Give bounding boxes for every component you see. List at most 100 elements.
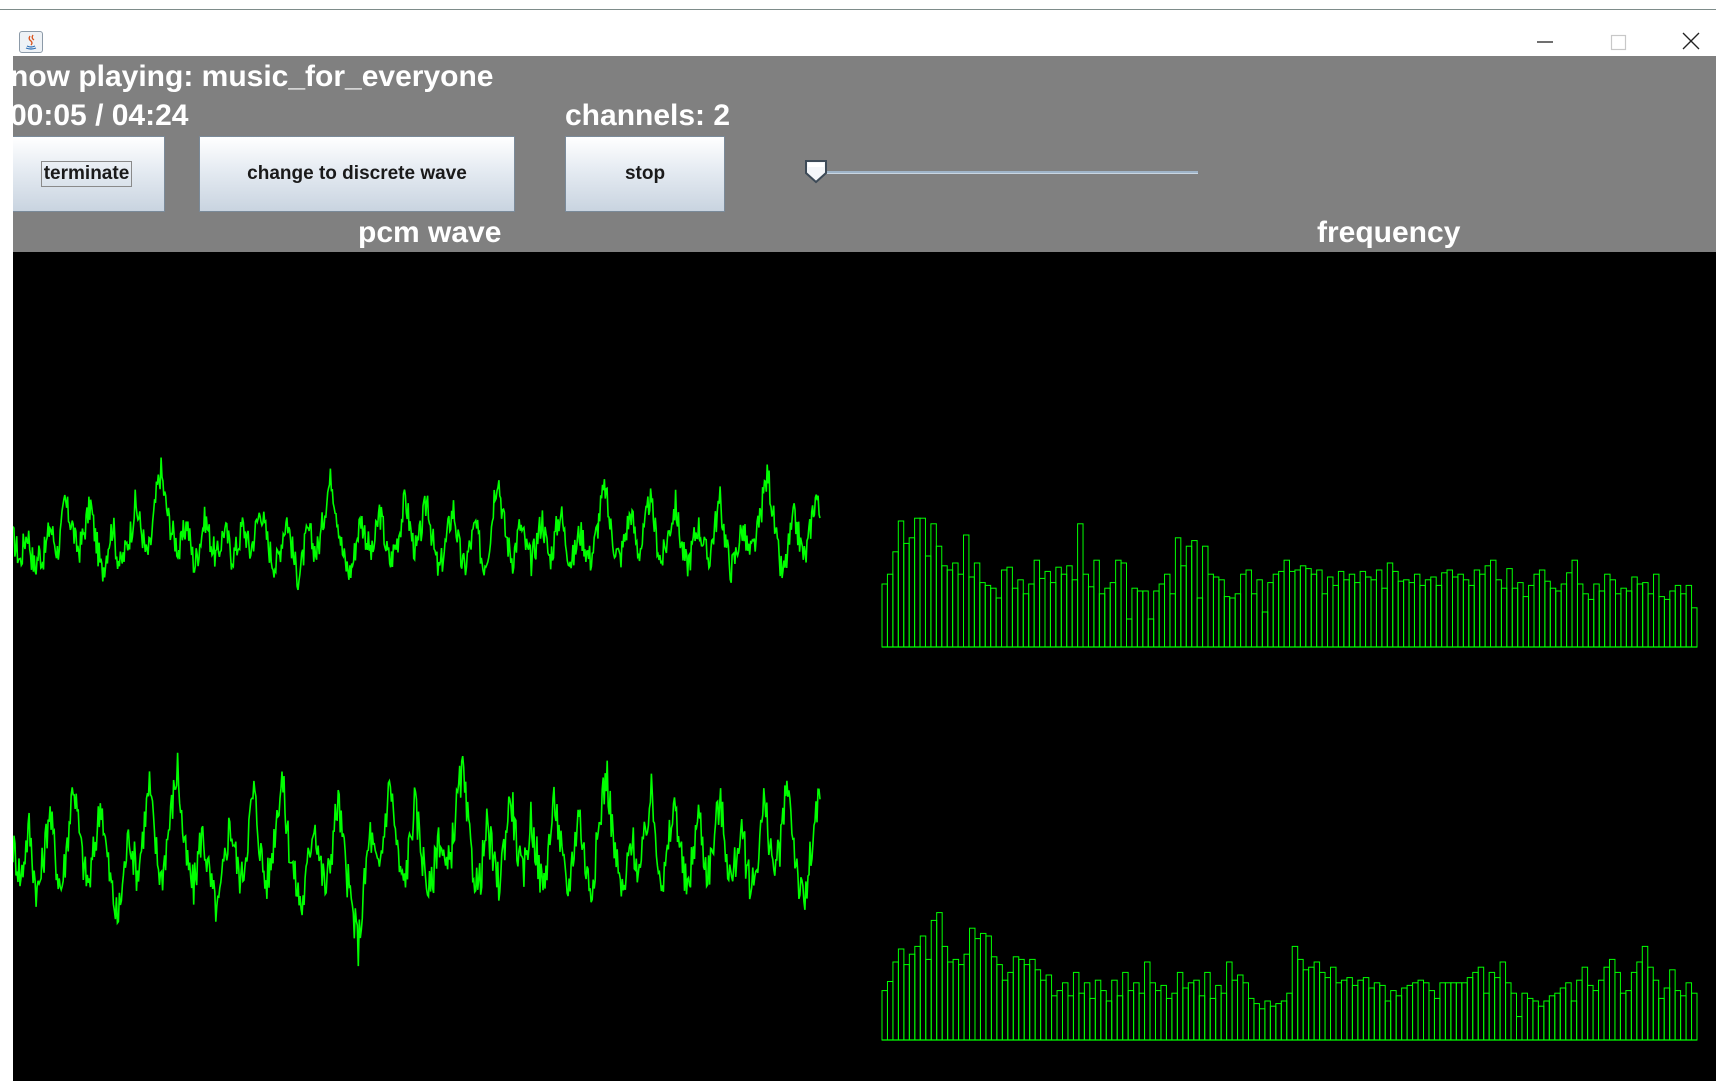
frequency-bar <box>1207 573 1214 648</box>
visualization-area <box>13 457 1698 1041</box>
frequency-bar <box>1294 569 1301 648</box>
frequency-bar <box>1154 990 1162 1041</box>
frequency-bar <box>1576 979 1583 1041</box>
frequency-title: frequency <box>1317 216 1461 249</box>
frequency-bar <box>1051 995 1058 1041</box>
frequency-bar <box>1510 992 1518 1041</box>
frequency-bar <box>1608 958 1616 1041</box>
frequency-bar <box>1174 537 1182 648</box>
title-bar[interactable] <box>0 10 1716 56</box>
frequency-bar <box>1247 997 1255 1041</box>
frequency-bar <box>1483 992 1490 1041</box>
frequency-bar <box>1078 992 1085 1041</box>
slider-track[interactable] <box>808 171 1198 174</box>
frequency-bar <box>1127 990 1135 1041</box>
frequency-bar <box>1663 987 1671 1041</box>
frequency-bar <box>1011 587 1019 648</box>
frequency-bar <box>1313 961 1321 1041</box>
frequency-bar <box>1392 570 1399 648</box>
frequency-bar <box>1138 992 1146 1041</box>
frequency-bar <box>1604 573 1611 648</box>
frequency-bar <box>1299 565 1307 648</box>
frequency-bar <box>1234 593 1242 648</box>
java-icon[interactable] <box>19 31 43 53</box>
maximize-button[interactable] <box>1588 24 1648 60</box>
frequency-bar <box>1144 961 1151 1041</box>
frequency-bar <box>1332 584 1339 648</box>
frequency-bar <box>1517 582 1524 648</box>
minimize-button[interactable] <box>1514 24 1574 60</box>
stop-button[interactable]: stop <box>565 136 725 212</box>
frequency-bar <box>1461 982 1468 1041</box>
frequency-bar <box>1495 579 1502 648</box>
frequency-bar <box>1093 559 1100 648</box>
frequency-bar <box>1528 584 1535 648</box>
frequency-bar <box>1433 997 1441 1041</box>
frequency-bar <box>924 555 932 648</box>
frequency-bar <box>1543 1000 1550 1041</box>
frequency-bar <box>1180 565 1187 648</box>
frequency-bar <box>1647 593 1655 648</box>
frequency-bar <box>1158 583 1166 648</box>
frequency-bar <box>1691 992 1698 1041</box>
frequency-bar <box>1521 992 1528 1041</box>
frequency-bar <box>930 919 938 1041</box>
frequency-bar <box>1609 579 1616 648</box>
frequency-bar <box>1435 584 1443 648</box>
frequency-bar <box>1264 1000 1271 1041</box>
frequency-bar <box>1105 1000 1113 1041</box>
frequency-bar <box>908 537 916 648</box>
frequency-bar <box>1055 566 1062 648</box>
frequency-bar <box>1198 995 1206 1041</box>
frequency-bar <box>1560 583 1568 648</box>
frequency-bar <box>1348 573 1356 648</box>
frequency-bar <box>1343 579 1350 648</box>
frequency-bar <box>1477 966 1485 1041</box>
frequency-bar <box>1120 562 1127 648</box>
frequency-bar <box>914 517 921 648</box>
frequency-bar <box>1169 593 1176 648</box>
frequency-bar <box>1077 523 1084 648</box>
frequency-bar <box>1587 984 1594 1041</box>
frequency-bar <box>1056 990 1064 1041</box>
frequency-bar <box>1455 982 1463 1041</box>
frequency-bar <box>1082 573 1089 648</box>
terminate-button[interactable]: terminate <box>13 136 165 212</box>
frequency-bar <box>990 587 997 648</box>
frequency-bar <box>1652 979 1660 1041</box>
frequency-bar <box>1615 593 1622 648</box>
frequency-bar <box>1226 961 1233 1041</box>
frequency-bar <box>1045 974 1053 1041</box>
frequency-bar <box>973 562 981 648</box>
frequency-bar <box>1115 559 1122 648</box>
frequency-bar <box>1060 573 1068 648</box>
frequency-bar <box>1625 990 1632 1041</box>
frequency-bar <box>1297 958 1304 1041</box>
frequency-bar <box>1424 579 1432 648</box>
frequency-bar <box>1401 987 1408 1041</box>
change-wave-button[interactable]: change to discrete wave <box>199 136 515 212</box>
frequency-bar <box>1098 593 1106 648</box>
pcm-wave-line <box>13 457 821 591</box>
frequency-bar <box>1357 979 1364 1041</box>
frequency-bar <box>886 573 894 648</box>
frequency-bar <box>1373 982 1381 1041</box>
seek-slider[interactable] <box>804 159 1198 189</box>
frequency-bar <box>1636 583 1644 648</box>
frequency-bar <box>1593 583 1600 648</box>
time-label: 00:05 / 04:24 <box>13 99 189 132</box>
frequency-bar <box>1165 997 1173 1041</box>
frequency-bar <box>1603 966 1610 1041</box>
slider-thumb[interactable] <box>804 159 830 185</box>
now-playing-label: now playing: music_for_everyone <box>13 60 494 93</box>
frequency-bar <box>979 932 987 1041</box>
frequency-bar <box>1272 573 1280 648</box>
close-button[interactable] <box>1660 24 1716 60</box>
frequency-bar <box>935 545 943 648</box>
frequency-bar <box>974 938 981 1041</box>
frequency-bar <box>1658 596 1665 648</box>
frequency-bar <box>1111 979 1118 1041</box>
frequency-bar <box>1484 565 1492 648</box>
frequency-bar <box>1231 979 1239 1041</box>
frequency-bar <box>1359 570 1367 648</box>
